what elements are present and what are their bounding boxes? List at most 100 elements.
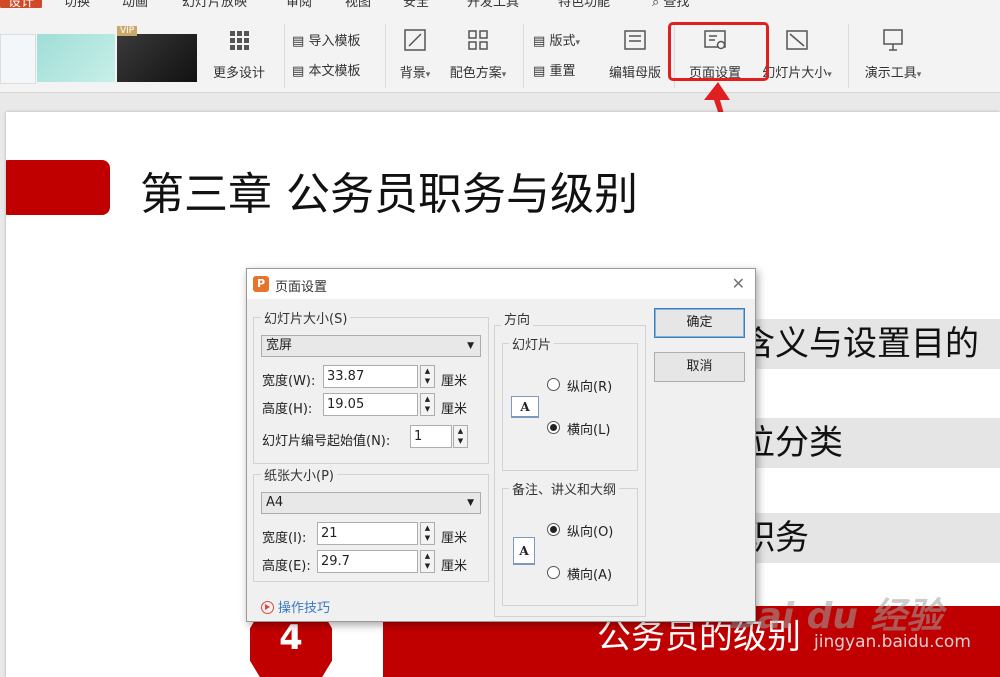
paper-size-select[interactable]: A4 ▼ xyxy=(261,492,481,514)
height-stepper[interactable]: ▲ ▼ xyxy=(420,393,435,416)
slides-orientation-label: 幻灯片 xyxy=(509,334,555,353)
tab-developer[interactable]: 开发工具 xyxy=(467,0,519,8)
reset-icon: ▤ xyxy=(533,64,546,79)
vip-badge: VIP xyxy=(117,26,138,36)
tab-animation[interactable]: 动画 xyxy=(122,0,148,8)
search-tab[interactable]: ⌕ 查找 xyxy=(652,0,689,8)
slide-row-3[interactable]: 职务 xyxy=(741,513,1000,563)
caret-down-icon: ▾ xyxy=(501,70,507,80)
separator xyxy=(848,24,849,88)
color-scheme-button[interactable]: 配色方案▾ xyxy=(443,28,513,81)
more-design-label: 更多设计 xyxy=(212,66,265,81)
tab-design[interactable]: 设计 xyxy=(0,0,43,8)
caret-down-icon: ▾ xyxy=(425,70,431,80)
tab-review[interactable]: 审阅 xyxy=(286,0,312,8)
separator xyxy=(284,24,285,88)
slide-title[interactable]: 第三章 公务员职务与级别 xyxy=(140,158,638,222)
presentation-tools-icon xyxy=(881,28,905,52)
presentation-tools-button[interactable]: 演示工具▾ xyxy=(858,28,928,81)
background-label: 背景 xyxy=(399,66,426,81)
paper-size-group-label: 纸张大小(P) xyxy=(261,465,337,484)
text-template-button[interactable]: ▤ 本文模板 xyxy=(292,60,360,79)
paper-size-value: A4 xyxy=(266,495,284,510)
tab-slideshow[interactable]: 幻灯片放映 xyxy=(182,0,247,8)
play-tips-icon xyxy=(261,601,274,614)
tab-security[interactable]: 安全 xyxy=(403,0,429,8)
paper-height-input[interactable]: 29.7 xyxy=(317,550,418,573)
cancel-button[interactable]: 取消 xyxy=(654,352,745,382)
portrait-page-icon: A xyxy=(513,537,535,565)
template-thumbnail-2[interactable] xyxy=(37,34,115,82)
layout-label: 版式 xyxy=(549,34,576,49)
grid-icon xyxy=(227,28,251,52)
color-scheme-label: 配色方案 xyxy=(449,66,502,81)
width-input[interactable]: 33.87 xyxy=(323,365,418,388)
import-template-button[interactable]: ▤ 导入模板 xyxy=(292,30,360,49)
dialog-titlebar[interactable]: P 页面设置 ✕ xyxy=(247,269,755,299)
paper-height-stepper[interactable]: ▲ ▼ xyxy=(420,550,435,573)
search-label: 查找 xyxy=(663,0,690,8)
height-label: 高度(H): xyxy=(262,402,313,417)
paper-width-stepper[interactable]: ▲ ▼ xyxy=(420,522,435,545)
edit-master-icon xyxy=(623,28,647,52)
tab-features[interactable]: 特色功能 xyxy=(558,0,610,8)
import-template-icon: ▤ xyxy=(292,34,305,49)
width-unit: 厘米 xyxy=(441,374,468,389)
start-number-input[interactable]: 1 xyxy=(410,425,452,448)
caret-down-icon: ▼ xyxy=(467,498,474,508)
paper-width-input[interactable]: 21 xyxy=(317,522,418,545)
start-number-label: 幻灯片编号起始值(N): xyxy=(262,434,391,449)
tab-transition[interactable]: 切换 xyxy=(64,0,90,8)
slide-landscape-radio[interactable] xyxy=(547,421,560,434)
paper-width-label: 宽度(I): xyxy=(262,531,307,546)
caret-down-icon: ▾ xyxy=(575,38,580,48)
close-icon[interactable]: ✕ xyxy=(732,274,745,293)
watermark-url: jingyan.baidu.com xyxy=(814,632,971,652)
tips-label: 操作技巧 xyxy=(278,601,331,616)
caret-down-icon: ▾ xyxy=(916,70,922,80)
slide-landscape-label[interactable]: 横向(L) xyxy=(567,419,610,438)
slide-size-icon xyxy=(785,28,809,52)
width-stepper[interactable]: ▲ ▼ xyxy=(420,365,435,388)
paper-height-unit: 厘米 xyxy=(441,559,468,574)
tab-view[interactable]: 视图 xyxy=(345,0,371,8)
slide-size-group-label: 幻灯片大小(S) xyxy=(261,308,351,327)
edit-master-button[interactable]: 编辑母版 xyxy=(600,28,670,81)
dialog-title: 页面设置 xyxy=(275,280,328,295)
slide-portrait-label[interactable]: 纵向(R) xyxy=(567,376,612,395)
tips-link[interactable]: 操作技巧 xyxy=(261,597,330,616)
slide-row-1[interactable]: 含义与设置目的 xyxy=(741,319,1000,369)
more-design-button[interactable]: 更多设计 xyxy=(204,28,274,81)
template-thumbnail-1[interactable] xyxy=(0,34,36,84)
background-icon xyxy=(403,28,427,52)
height-unit: 厘米 xyxy=(441,402,468,417)
background-button[interactable]: 背景▾ xyxy=(380,28,450,81)
caret-down-icon: ▼ xyxy=(467,341,474,351)
notes-portrait-label[interactable]: 纵向(O) xyxy=(567,521,613,540)
text-template-label: 本文模板 xyxy=(308,64,361,79)
orientation-group-label: 方向 xyxy=(501,309,534,328)
slide-size-value: 宽屏 xyxy=(266,338,293,353)
notes-landscape-radio[interactable] xyxy=(547,566,560,579)
reset-button[interactable]: ▤ 重置 xyxy=(533,60,575,79)
layout-button[interactable]: ▤ 版式▾ xyxy=(533,30,580,49)
ok-button[interactable]: 确定 xyxy=(654,308,745,338)
import-template-label: 导入模板 xyxy=(308,34,361,49)
notes-landscape-label[interactable]: 横向(A) xyxy=(567,564,612,583)
text-template-icon: ▤ xyxy=(292,64,305,79)
menu-bar: 设计 切换 动画 幻灯片放映 审阅 视图 安全 开发工具 特色功能 ⌕ 查找 xyxy=(0,0,1000,8)
notes-portrait-radio[interactable] xyxy=(547,523,560,536)
edit-master-label: 编辑母版 xyxy=(608,66,661,81)
wps-logo-icon: P xyxy=(253,276,269,292)
separator xyxy=(523,24,524,88)
height-input[interactable]: 19.05 xyxy=(323,393,418,416)
caret-down-icon: ▾ xyxy=(827,70,832,80)
start-number-stepper[interactable]: ▲ ▼ xyxy=(453,425,468,448)
slide-size-select[interactable]: 宽屏 ▼ xyxy=(261,335,481,357)
slide-row-2[interactable]: 位分类 xyxy=(741,418,1000,468)
slide-portrait-radio[interactable] xyxy=(547,378,560,391)
template-thumbnail-3[interactable]: VIP xyxy=(117,26,197,82)
width-label: 宽度(W): xyxy=(262,374,316,389)
paper-width-unit: 厘米 xyxy=(441,531,468,546)
landscape-page-icon: A xyxy=(511,396,539,418)
